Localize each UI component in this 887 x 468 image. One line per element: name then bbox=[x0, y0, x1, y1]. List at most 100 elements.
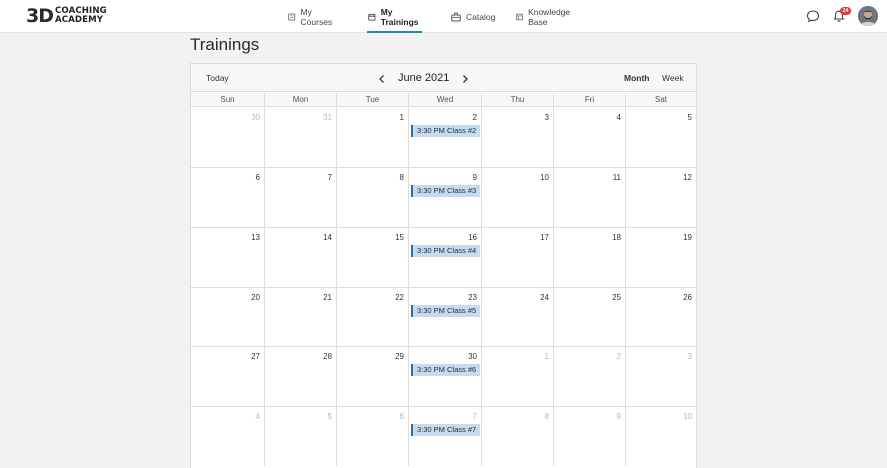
day-number: 1 bbox=[399, 113, 404, 122]
day-cell[interactable]: 9 3:30 PM Class #3 bbox=[408, 167, 481, 227]
day-cell[interactable]: 8 bbox=[336, 167, 408, 227]
day-cell[interactable]: 7 bbox=[264, 167, 336, 227]
day-cell[interactable]: 6 bbox=[336, 406, 408, 466]
day-cell[interactable]: 9 bbox=[553, 406, 625, 466]
next-month-button[interactable] bbox=[459, 72, 471, 84]
day-cell[interactable]: 31 bbox=[264, 108, 336, 167]
day-number: 7 bbox=[327, 173, 332, 182]
day-cell[interactable]: 21 bbox=[264, 287, 336, 346]
day-cell[interactable]: 6 bbox=[191, 167, 264, 227]
prev-month-button[interactable] bbox=[376, 72, 388, 84]
training-event[interactable]: 3:30 PM Class #7 bbox=[411, 424, 480, 436]
training-event[interactable]: 3:30 PM Class #4 bbox=[411, 245, 480, 257]
day-cell[interactable]: 26 bbox=[625, 287, 696, 346]
day-cell[interactable]: 29 bbox=[336, 346, 408, 406]
day-number: 26 bbox=[683, 293, 692, 302]
day-number: 10 bbox=[683, 412, 692, 421]
day-number: 29 bbox=[395, 352, 404, 361]
day-cell[interactable]: 5 bbox=[264, 406, 336, 466]
month-view-button[interactable]: Month bbox=[624, 64, 650, 92]
day-cell[interactable]: 1 bbox=[481, 346, 553, 406]
briefcase-icon bbox=[451, 12, 461, 21]
day-number: 6 bbox=[255, 173, 260, 182]
chat-icon[interactable] bbox=[806, 9, 820, 23]
day-cell[interactable]: 5 bbox=[625, 108, 696, 167]
day-cell[interactable]: 4 bbox=[191, 406, 264, 466]
chevron-right-icon bbox=[463, 75, 468, 83]
avatar[interactable] bbox=[858, 6, 878, 26]
day-cell[interactable]: 28 bbox=[264, 346, 336, 406]
day-cell[interactable]: 30 3:30 PM Class #6 bbox=[408, 346, 481, 406]
day-cell[interactable]: 20 bbox=[191, 287, 264, 346]
day-cell[interactable]: 30 bbox=[191, 108, 264, 167]
day-number: 8 bbox=[399, 173, 404, 182]
day-number: 3 bbox=[687, 352, 692, 361]
week-view-button[interactable]: Week bbox=[662, 64, 684, 92]
training-event[interactable]: 3:30 PM Class #3 bbox=[411, 185, 480, 197]
day-number: 20 bbox=[251, 293, 260, 302]
day-cell[interactable]: 11 bbox=[553, 167, 625, 227]
day-cell[interactable]: 10 bbox=[625, 406, 696, 466]
top-bar: 3D COACHING ACADEMY My Courses My Traini… bbox=[0, 0, 887, 33]
day-cell[interactable]: 25 bbox=[553, 287, 625, 346]
day-cell[interactable]: 10 bbox=[481, 167, 553, 227]
day-cell[interactable]: 12 bbox=[625, 167, 696, 227]
day-cell[interactable]: 24 bbox=[481, 287, 553, 346]
day-cell[interactable]: 2 bbox=[553, 346, 625, 406]
day-cell[interactable]: 15 bbox=[336, 227, 408, 287]
day-number: 10 bbox=[540, 173, 549, 182]
weekday-header: Sun Mon Tue Wed Thu Fri Sat bbox=[191, 93, 696, 107]
day-cell[interactable]: 27 bbox=[191, 346, 264, 406]
day-cell[interactable]: 1 bbox=[336, 108, 408, 167]
day-number: 17 bbox=[540, 233, 549, 242]
training-event[interactable]: 3:30 PM Class #6 bbox=[411, 364, 480, 376]
day-number: 9 bbox=[472, 173, 477, 182]
nav-label: Catalog bbox=[466, 11, 496, 22]
nav-label: My Trainings bbox=[380, 6, 419, 27]
weekday-label: Sun bbox=[220, 95, 235, 104]
page-title: Trainings bbox=[190, 35, 260, 54]
day-cell[interactable]: 14 bbox=[264, 227, 336, 287]
day-cell[interactable]: 18 bbox=[553, 227, 625, 287]
day-cell[interactable]: 17 bbox=[481, 227, 553, 287]
day-number: 24 bbox=[540, 293, 549, 302]
document-icon bbox=[516, 13, 523, 20]
nav-label: My Courses bbox=[300, 6, 333, 27]
weekday-label: Tue bbox=[336, 93, 408, 107]
day-cell[interactable]: 4 bbox=[553, 108, 625, 167]
calendar-icon bbox=[368, 13, 376, 20]
day-cell[interactable]: 3 bbox=[625, 346, 696, 406]
nav-my-courses[interactable]: My Courses bbox=[288, 0, 335, 33]
day-cell[interactable]: 19 bbox=[625, 227, 696, 287]
nav-knowledge-base[interactable]: Knowledge Base bbox=[516, 0, 573, 33]
day-cell[interactable]: 3 bbox=[481, 108, 553, 167]
day-number: 1 bbox=[544, 352, 549, 361]
logo[interactable]: 3D COACHING ACADEMY bbox=[26, 5, 107, 27]
today-button[interactable]: Today bbox=[206, 64, 229, 92]
day-number: 4 bbox=[255, 412, 260, 421]
day-cell[interactable]: 8 bbox=[481, 406, 553, 466]
day-number: 23 bbox=[468, 293, 477, 302]
day-number: 9 bbox=[616, 412, 621, 421]
day-cell[interactable]: 22 bbox=[336, 287, 408, 346]
day-number: 31 bbox=[323, 113, 332, 122]
day-number: 30 bbox=[468, 352, 477, 361]
weekday-label: Wed bbox=[408, 93, 481, 107]
day-number: 25 bbox=[612, 293, 621, 302]
day-cell[interactable]: 16 3:30 PM Class #4 bbox=[408, 227, 481, 287]
calendar: Today June 2021 Month Week Sun Mon Tue Wed T… bbox=[190, 63, 697, 468]
training-event[interactable]: 3:30 PM Class #2 bbox=[411, 125, 480, 137]
day-number: 3 bbox=[544, 113, 549, 122]
day-number: 13 bbox=[251, 233, 260, 242]
day-number: 27 bbox=[251, 352, 260, 361]
day-cell[interactable]: 2 3:30 PM Class #2 bbox=[408, 108, 481, 167]
day-cell[interactable]: 23 3:30 PM Class #5 bbox=[408, 287, 481, 346]
nav-catalog[interactable]: Catalog bbox=[451, 0, 495, 33]
day-cell[interactable]: 7 3:30 PM Class #7 bbox=[408, 406, 481, 466]
day-cell[interactable]: 13 bbox=[191, 227, 264, 287]
nav-my-trainings[interactable]: My Trainings bbox=[367, 0, 422, 33]
weekday-label: Thu bbox=[481, 93, 553, 107]
notification-badge: 24 bbox=[840, 7, 851, 15]
training-event[interactable]: 3:30 PM Class #5 bbox=[411, 305, 480, 317]
book-icon bbox=[288, 13, 296, 20]
